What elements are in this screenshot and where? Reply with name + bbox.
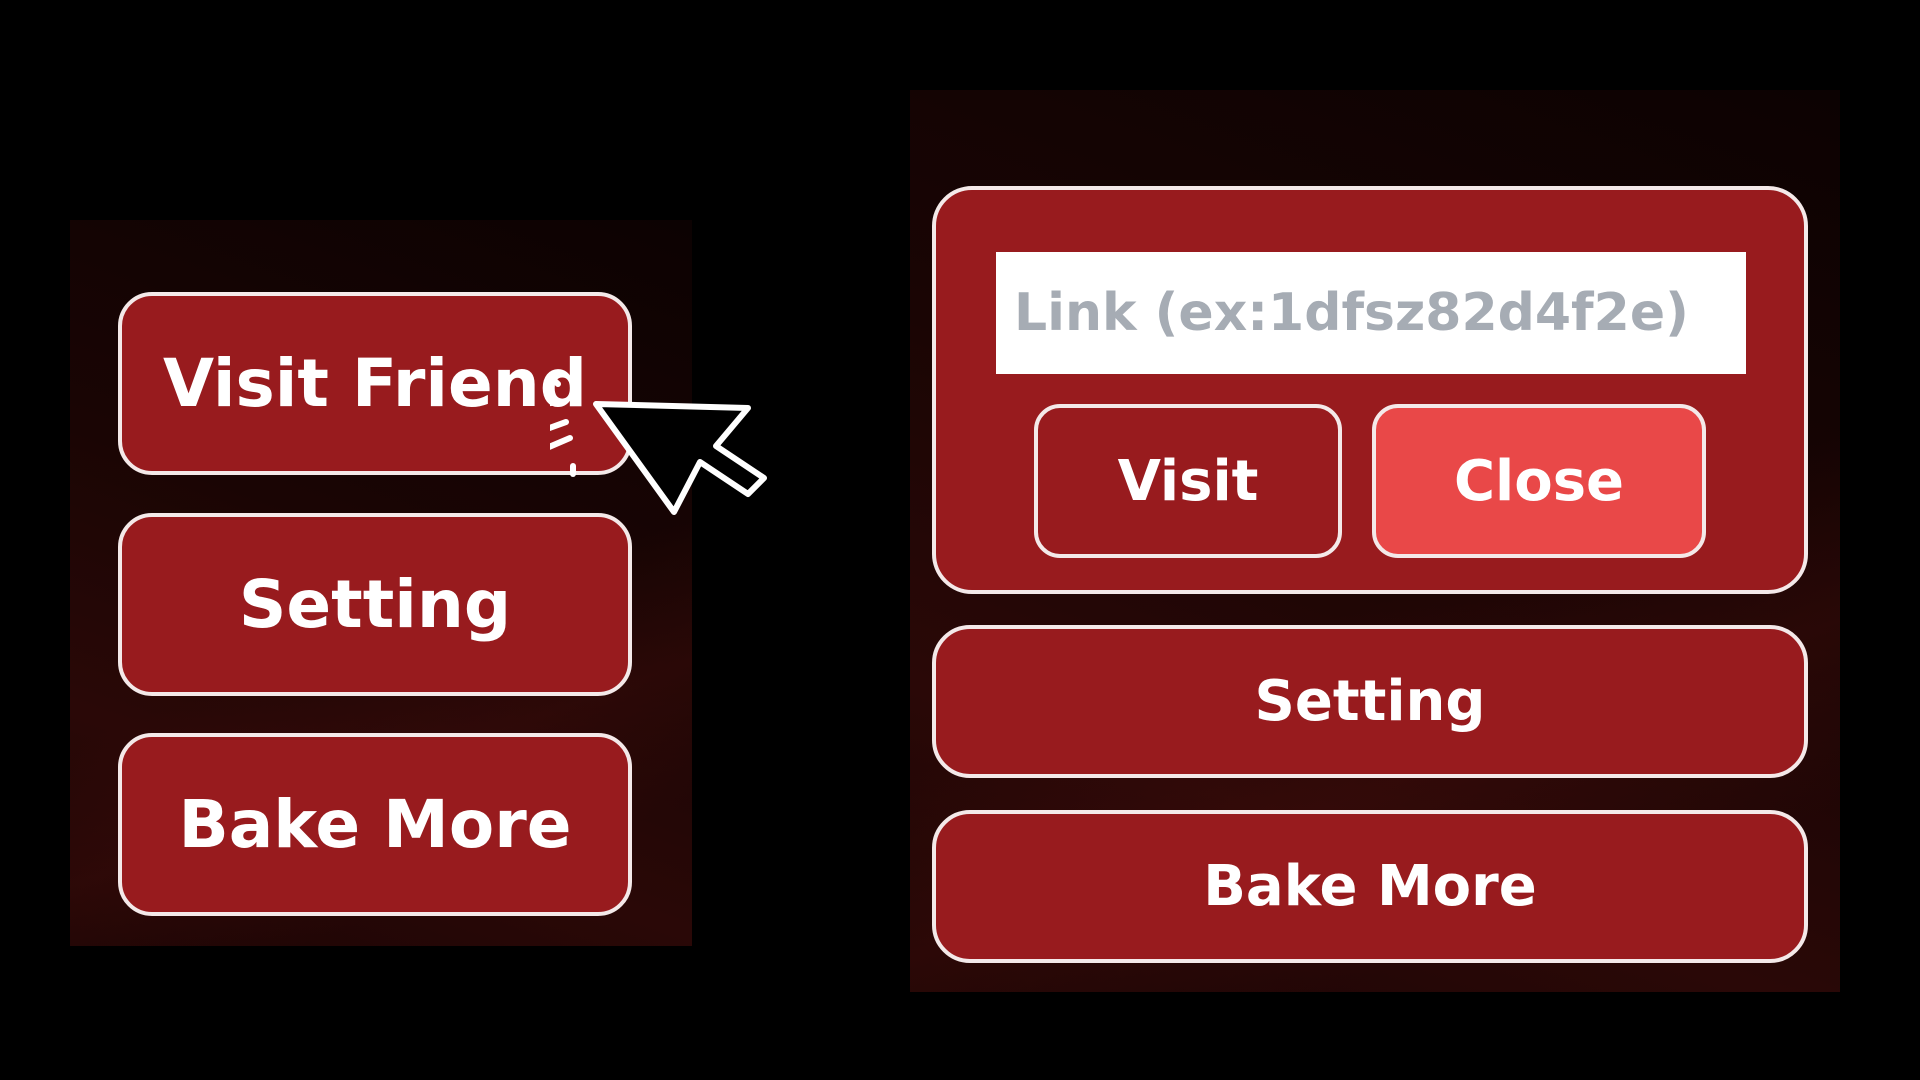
visit-label: Visit	[1117, 448, 1259, 514]
bake-more-label-right: Bake More	[1203, 854, 1537, 919]
visit-friend-button[interactable]: Visit Friend	[118, 292, 632, 475]
setting-label-right: Setting	[1254, 669, 1486, 734]
bake-more-button-right[interactable]: Bake More	[932, 810, 1808, 963]
setting-label-left: Setting	[238, 566, 512, 643]
close-button[interactable]: Close	[1372, 404, 1706, 558]
bake-more-label-left: Bake More	[178, 786, 572, 863]
visit-button[interactable]: Visit	[1034, 404, 1342, 558]
setting-button-right[interactable]: Setting	[932, 625, 1808, 778]
bake-more-button-left[interactable]: Bake More	[118, 733, 632, 916]
visit-friend-dialog: Visit Close	[932, 186, 1808, 594]
close-label: Close	[1453, 448, 1625, 514]
visit-friend-label: Visit Friend	[162, 345, 587, 422]
setting-button-left[interactable]: Setting	[118, 513, 632, 696]
stage: Visit Friend Setting Bake More Visit Clo…	[0, 0, 1920, 1080]
friend-link-input[interactable]	[996, 252, 1746, 374]
